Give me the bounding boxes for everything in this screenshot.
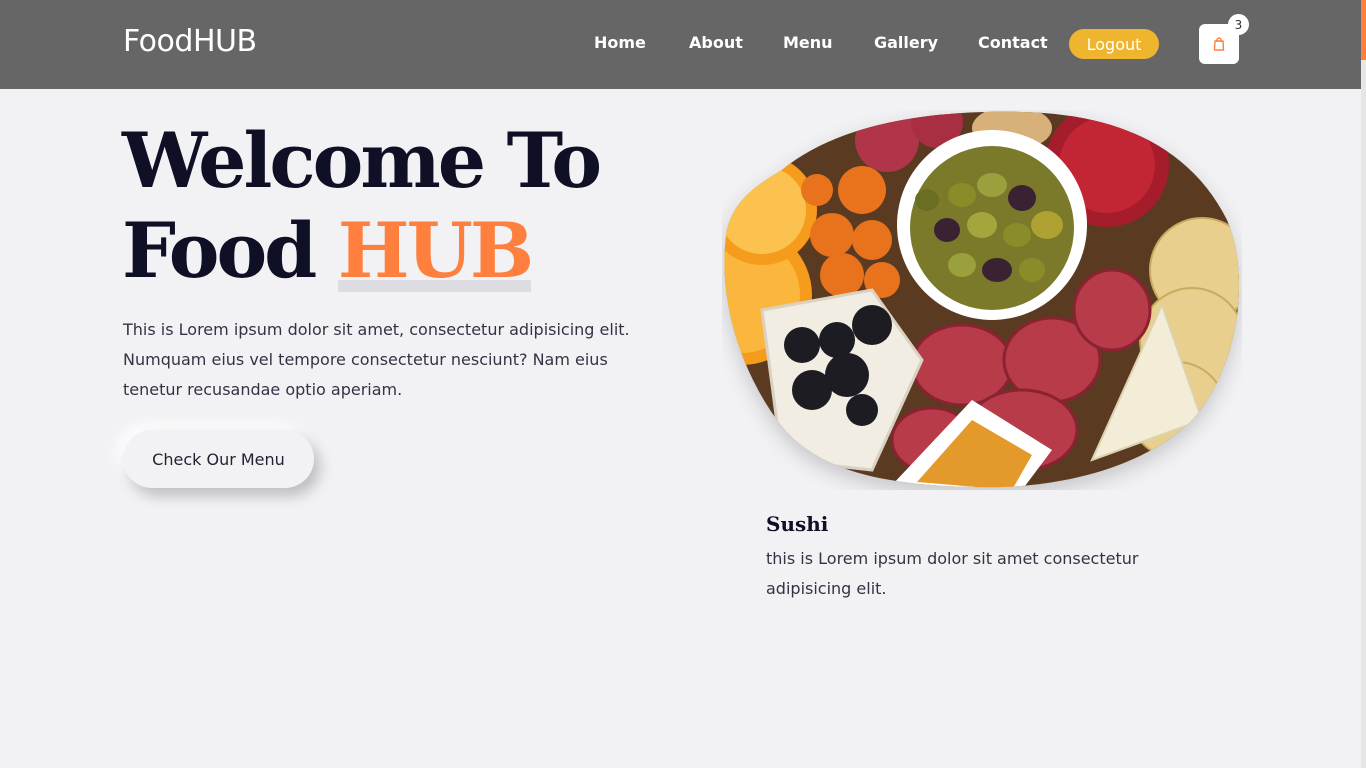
food-platter-image: [724, 111, 1240, 488]
nav-about[interactable]: About: [689, 33, 743, 52]
hero-title-line1: Welcome To: [122, 116, 602, 205]
cart-count-badge: 3: [1228, 14, 1249, 35]
logout-button[interactable]: Logout: [1069, 29, 1159, 59]
hero-title-accent-text: HUB: [337, 206, 534, 295]
page-scrollbar[interactable]: [1361, 0, 1366, 768]
nav-contact[interactable]: Contact: [978, 33, 1048, 52]
hero-title: Welcome To Food HUB: [122, 116, 602, 296]
hero-title-prefix: Food: [122, 206, 317, 295]
shopping-bag-icon: [1213, 37, 1225, 51]
hero-title-accent: HUB: [337, 206, 534, 296]
nav-menu[interactable]: Menu: [783, 33, 833, 52]
check-menu-button[interactable]: Check Our Menu: [123, 430, 314, 488]
nav-home[interactable]: Home: [594, 33, 646, 52]
nav-gallery[interactable]: Gallery: [874, 33, 938, 52]
navbar: FoodHUB Home About Menu Gallery Contact …: [0, 0, 1361, 89]
featured-description: this is Lorem ipsum dolor sit amet conse…: [766, 549, 1139, 598]
brand-logo[interactable]: FoodHUB: [123, 24, 257, 59]
hero-description: This is Lorem ipsum dolor sit amet, cons…: [123, 320, 630, 399]
featured-title: Sushi: [766, 512, 829, 536]
hero-title-line2: Food HUB: [122, 206, 599, 296]
scrollbar-thumb[interactable]: [1361, 0, 1366, 60]
